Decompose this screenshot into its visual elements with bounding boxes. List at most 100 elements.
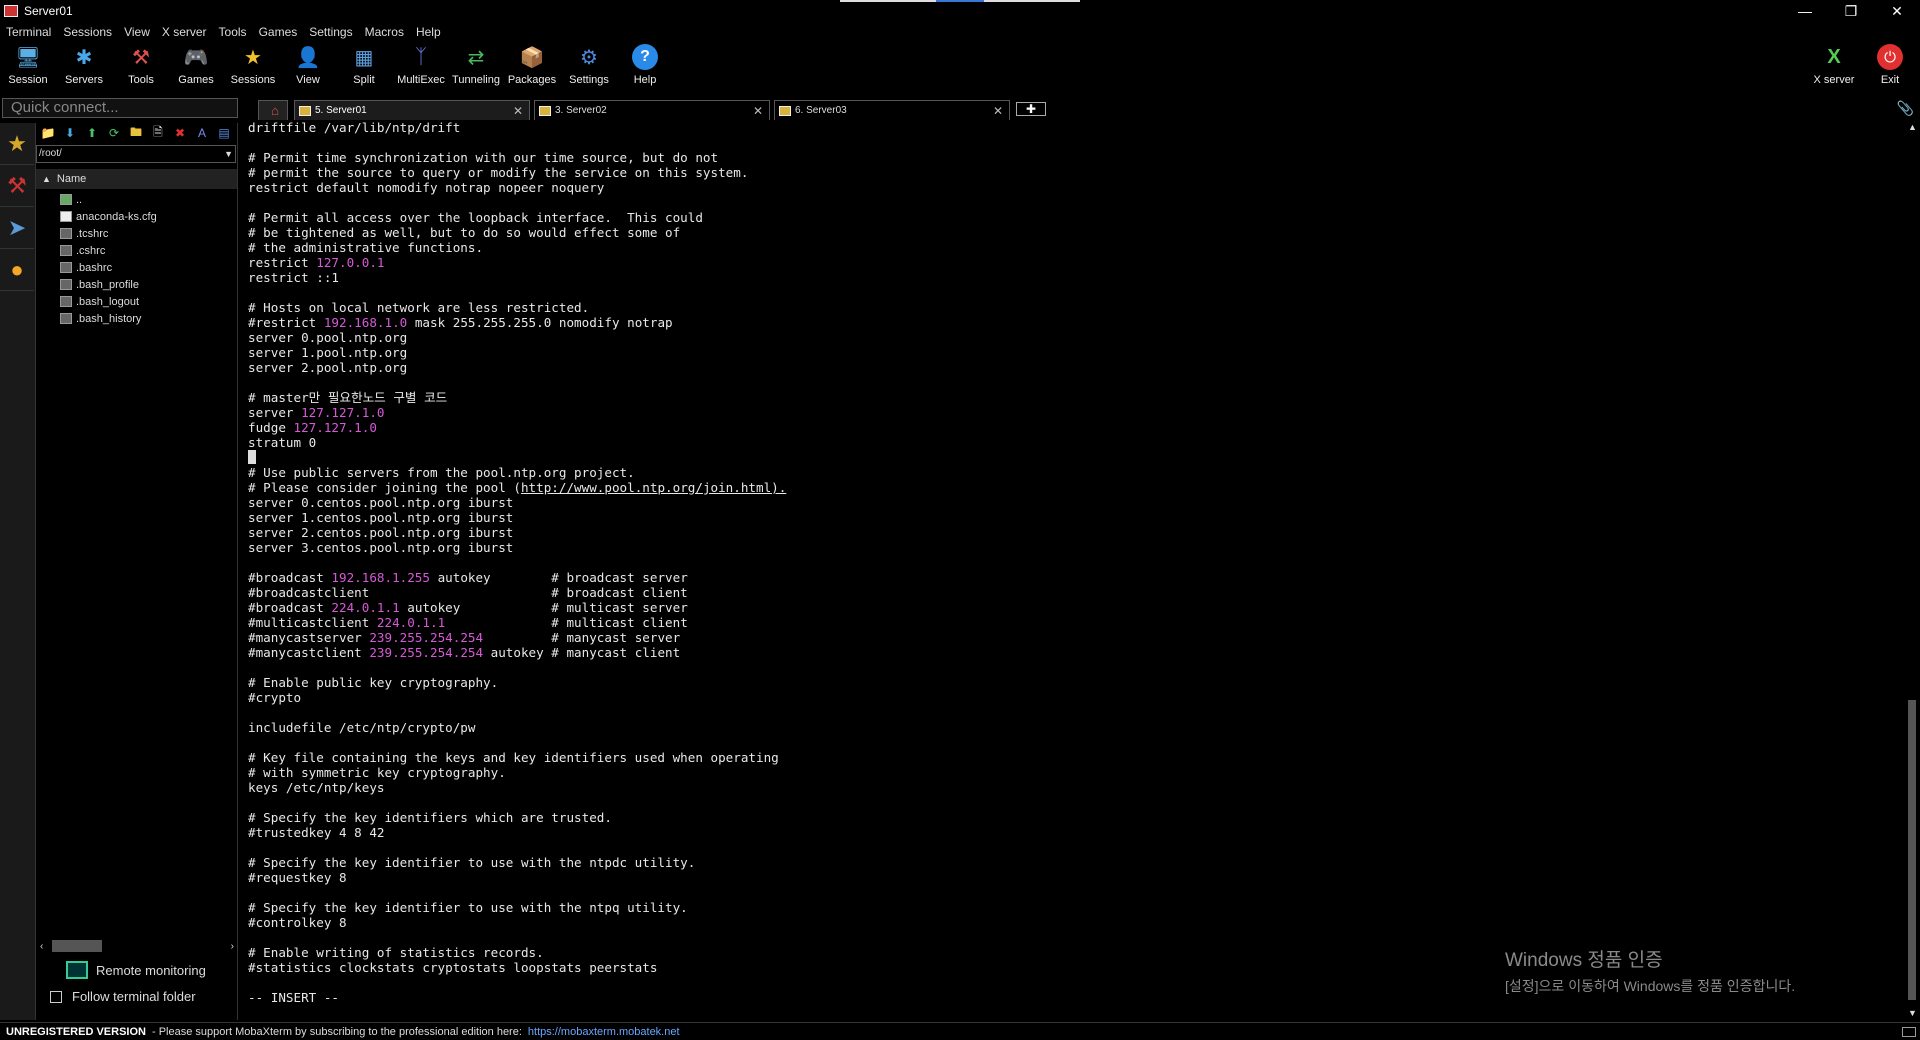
rename-icon[interactable]: A — [194, 125, 210, 141]
menu-games[interactable]: Games — [253, 25, 304, 39]
multiexec-button[interactable]: ᛉ MultiExec — [393, 44, 449, 90]
unregistered-label: UNREGISTERED VERSION — [6, 1025, 146, 1038]
scrollbar-thumb[interactable] — [1908, 700, 1916, 1000]
tab-server02[interactable]: 3. Server02 ✕ — [534, 100, 770, 120]
games-button[interactable]: 🎮 Games — [168, 44, 224, 90]
remote-monitoring-button[interactable]: Remote monitoring — [66, 961, 206, 979]
split-button[interactable]: ▦ Split — [336, 44, 392, 90]
plus-icon: ✚ — [1025, 102, 1037, 116]
terminal-link[interactable]: http://www.pool.ntp.org/join.html). — [521, 480, 786, 495]
terminal-vertical-scrollbar[interactable]: ▲ ▼ — [1904, 120, 1920, 1020]
list-item[interactable]: .bash_logout — [36, 293, 237, 310]
terminal-output[interactable]: driftfile /var/lib/ntp/drift # Permit tim… — [240, 120, 1904, 1020]
chevron-down-icon[interactable]: ▼ — [224, 146, 233, 162]
menu-tools[interactable]: Tools — [213, 25, 253, 39]
menu-settings[interactable]: Settings — [303, 25, 358, 39]
list-item[interactable]: .bash_profile — [36, 276, 237, 293]
exit-button[interactable]: ⏻ Exit — [1862, 44, 1918, 90]
monitor-icon — [66, 961, 88, 979]
terminal-line: server 1.centos.pool.ntp.org iburst — [248, 510, 514, 525]
settings-button[interactable]: ⚙ Settings — [561, 44, 617, 90]
terminal-line: server 1.pool.ntp.org — [248, 345, 408, 360]
list-item[interactable]: .. — [36, 191, 237, 208]
quick-connect-input[interactable]: Quick connect... — [2, 98, 238, 118]
tab-home[interactable]: ⌂ — [258, 100, 288, 120]
subscribe-link[interactable]: https://mobaxterm.mobatek.net — [528, 1026, 680, 1038]
session-tab-bar: ⌂ 5. Server01 ✕ 3. Server02 ✕ 6. Server0… — [240, 98, 1920, 120]
servers-icon: ✱ — [75, 46, 93, 69]
sftp-side-icon[interactable]: ● — [0, 249, 34, 291]
tunneling-button[interactable]: ⇄ Tunneling — [448, 44, 504, 90]
chevron-down-icon[interactable]: ▼ — [1908, 1008, 1917, 1018]
menu-help[interactable]: Help — [410, 25, 447, 39]
upload-icon[interactable]: ⬆ — [84, 125, 100, 141]
file-icon — [60, 296, 72, 307]
tab-server01[interactable]: 5. Server01 ✕ — [294, 100, 530, 120]
menu-bar: Terminal Sessions View X server Tools Ga… — [0, 22, 1920, 42]
send-side-icon[interactable]: ➤ — [0, 207, 34, 249]
terminal-tab-icon — [779, 105, 791, 116]
terminal-line: # Permit all access over the loopback in… — [248, 210, 703, 225]
restore-button[interactable]: ❐ — [1828, 0, 1874, 22]
tab-server03[interactable]: 6. Server03 ✕ — [774, 100, 1010, 120]
terminal-line: # the administrative functions. — [248, 240, 484, 255]
gamepad-icon: 🎮 — [183, 46, 209, 69]
multiexec-icon: ᛉ — [415, 45, 427, 68]
terminal-line: server 0.pool.ntp.org — [248, 330, 408, 345]
checkbox[interactable] — [50, 990, 62, 1003]
terminal-line: keys /etc/ntp/keys — [248, 780, 385, 795]
status-bar: UNREGISTERED VERSION - Please support Mo… — [0, 1022, 1920, 1040]
follow-terminal-checkbox[interactable]: Follow terminal folder — [50, 989, 196, 1004]
chevron-right-icon[interactable]: › — [231, 941, 234, 952]
view-button[interactable]: 👤 View — [280, 44, 336, 90]
servers-button[interactable]: ✱ Servers — [56, 44, 112, 90]
file-column-header[interactable]: ▲ Name — [36, 169, 237, 189]
sessions-star-icon[interactable]: ★ — [0, 123, 34, 165]
packages-button[interactable]: 📦 Packages — [504, 44, 560, 90]
menu-xserver[interactable]: X server — [156, 25, 213, 39]
close-icon[interactable]: ✕ — [993, 104, 1003, 118]
sort-up-icon: ▲ — [42, 174, 51, 184]
session-button[interactable]: 🖥 Session — [0, 44, 56, 90]
sftp-path-field[interactable]: /root/ ▼ — [36, 145, 236, 163]
help-button[interactable]: ? Help — [617, 44, 673, 90]
terminal-line: server 3.centos.pool.ntp.org iburst — [248, 540, 514, 555]
menu-view[interactable]: View — [118, 25, 156, 39]
list-item[interactable]: anaconda-ks.cfg — [36, 208, 237, 225]
properties-icon[interactable]: ▤ — [216, 125, 232, 141]
close-icon[interactable]: ✕ — [513, 104, 523, 118]
sessions-button[interactable]: ★ Sessions — [225, 44, 281, 90]
menu-macros[interactable]: Macros — [359, 25, 410, 39]
xserver-button[interactable]: X X server — [1806, 44, 1862, 90]
menu-terminal[interactable]: Terminal — [0, 25, 57, 39]
minimize-button[interactable]: — — [1782, 0, 1828, 22]
terminal-line: #manycastserver 239.255.254.254 # manyca… — [248, 630, 681, 645]
refresh-icon[interactable]: ⟳ — [106, 125, 122, 141]
download-icon[interactable]: ⬇ — [62, 125, 78, 141]
tools-side-icon[interactable]: ⚒ — [0, 165, 34, 207]
list-item[interactable]: .bash_history — [36, 310, 237, 327]
list-item[interactable]: .cshrc — [36, 242, 237, 259]
parent-folder-icon[interactable]: 📁 — [40, 125, 56, 141]
new-file-icon[interactable]: 🗎 — [150, 125, 166, 141]
delete-icon[interactable]: ✖ — [172, 125, 188, 141]
terminal-line: restrict default nomodify notrap nopeer … — [248, 180, 605, 195]
chevron-left-icon[interactable]: ‹ — [40, 941, 43, 952]
new-folder-icon[interactable]: 🖿 — [128, 125, 144, 141]
terminal-line: # Enable public key cryptography. — [248, 675, 499, 690]
chevron-up-icon[interactable]: ▲ — [1908, 122, 1917, 132]
tools-button[interactable]: ⚒ Tools — [113, 44, 169, 90]
list-item[interactable]: .bashrc — [36, 259, 237, 276]
list-item[interactable]: .tcshrc — [36, 225, 237, 242]
terminal-line — [248, 450, 1904, 465]
new-tab-button[interactable]: ✚ — [1016, 102, 1046, 116]
paperclip-icon[interactable]: 📎 — [1897, 100, 1914, 117]
close-icon[interactable]: ✕ — [753, 104, 763, 118]
close-window-button[interactable]: ✕ — [1874, 0, 1920, 22]
sftp-horizontal-scrollbar[interactable]: ‹ › — [40, 939, 234, 953]
menu-sessions[interactable]: Sessions — [57, 25, 118, 39]
